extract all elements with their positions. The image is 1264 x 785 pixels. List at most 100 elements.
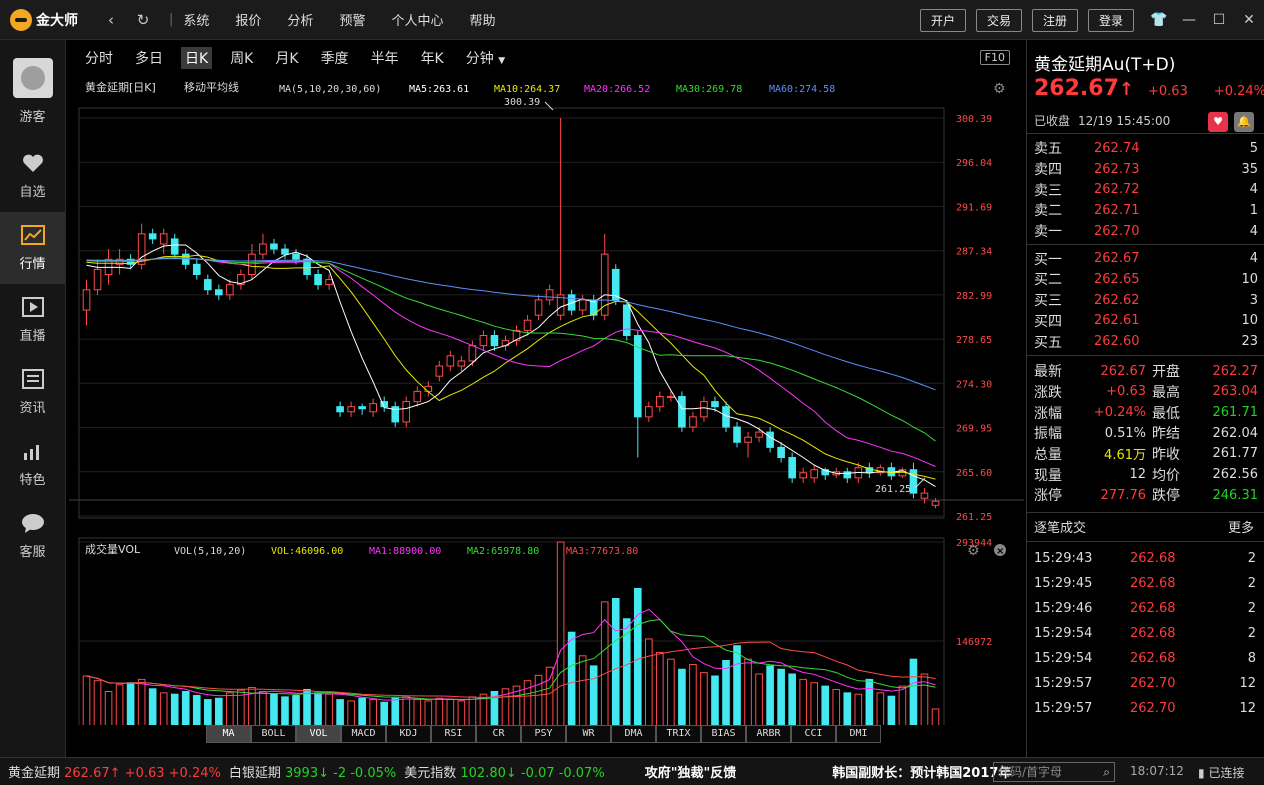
tab-month-k[interactable]: 月K	[271, 47, 302, 69]
sidebar-item-favorites[interactable]: 自选	[0, 140, 65, 212]
maximize-icon[interactable]: ☐	[1204, 12, 1234, 28]
candle-body	[159, 233, 168, 245]
stats-label: 最高	[1152, 384, 1180, 401]
indicator-tab-rsi[interactable]: RSI	[431, 725, 476, 743]
refresh-icon[interactable]: ↻	[127, 11, 159, 29]
sidebar-item-service[interactable]: 客服	[0, 500, 65, 572]
ticks-more-link[interactable]: 更多	[1228, 517, 1254, 536]
tab-week-k[interactable]: 周K	[226, 47, 257, 69]
tick-price: 262.68	[1130, 625, 1176, 641]
back-icon[interactable]: ‹	[95, 11, 127, 29]
menu-alert[interactable]: 预警	[339, 10, 365, 29]
tab-minute-chart[interactable]: 分时	[81, 47, 117, 69]
indicator-tab-trix[interactable]: TRIX	[656, 725, 701, 743]
connection-status: ▮ 已连接	[1198, 764, 1244, 781]
indicator-tab-dma[interactable]: DMA	[611, 725, 656, 743]
indicator-tab-vol[interactable]: VOL	[296, 725, 341, 743]
ticker-arrow-icon: ↓	[505, 766, 521, 781]
orderbook-row: 买三 262.62 3	[1027, 290, 1264, 311]
y-tick-label: 287.34	[956, 247, 992, 258]
candle-body	[733, 426, 741, 443]
indicator-tab-cci[interactable]: CCI	[791, 725, 836, 743]
tab-quarter[interactable]: 季度	[317, 47, 353, 69]
code-search-input[interactable]: 代码/首字母 ⌕	[993, 762, 1115, 782]
orderbook-volume: 1	[1249, 202, 1258, 218]
kline-chart[interactable]: 黄金延期[日K] 移动平均线 MA(5,10,20,30,60) MA5:263…	[69, 76, 1024, 725]
sidebar-item-live[interactable]: 直播	[0, 284, 65, 356]
candle-body	[314, 273, 322, 286]
indicator-tab-wr[interactable]: WR	[566, 725, 611, 743]
indicator-tab-kdj[interactable]: KDJ	[386, 725, 431, 743]
indicator-tab-cr[interactable]: CR	[476, 725, 521, 743]
user-profile[interactable]: 游客	[0, 40, 65, 140]
alert-bell-icon[interactable]: 🔔	[1234, 112, 1254, 132]
menu-quote[interactable]: 报价	[235, 10, 261, 29]
login-button[interactable]: 登录	[1087, 8, 1134, 32]
news-headline-2[interactable]: 韩国副财长：预计韩国2017年	[832, 762, 1011, 781]
low-label: 261.25	[875, 484, 911, 495]
indicator-tab-arbr[interactable]: ARBR	[746, 725, 791, 743]
tab-year-k[interactable]: 年K	[417, 47, 448, 69]
ticker-item[interactable]: 白银延期 3993↓ -2 -0.05%	[229, 762, 396, 781]
stats-value: 262.27	[1212, 363, 1259, 379]
orderbook-row: 卖二 262.71 1	[1027, 200, 1264, 221]
settings-icon[interactable]: ⚙	[993, 81, 1006, 97]
indicator-tab-bias[interactable]: BIAS	[701, 725, 746, 743]
menu-system[interactable]: 系统	[183, 10, 209, 29]
indicator-tab-ma[interactable]: MA	[206, 725, 251, 743]
volume-bar	[589, 665, 598, 725]
ticker-item[interactable]: 黄金延期 262.67↑ +0.63 +0.24%	[8, 762, 221, 781]
skin-icon[interactable]: 👕	[1144, 12, 1174, 28]
close-icon[interactable]: ✕	[1234, 12, 1264, 28]
orderbook-label: 卖四	[1034, 162, 1062, 179]
sidebar-item-news[interactable]: 资讯	[0, 356, 65, 428]
orderbook-row: 买四 262.61 10	[1027, 311, 1264, 332]
search-icon[interactable]: ⌕	[1103, 763, 1110, 781]
stats-value: 4.61万	[1104, 448, 1146, 464]
news-headline-1[interactable]: 攻府"独裁"反馈	[645, 762, 737, 781]
volume-bar	[93, 680, 102, 725]
sidebar-item-label: 直播	[19, 328, 46, 344]
menu-analysis[interactable]: 分析	[287, 10, 313, 29]
menu-help[interactable]: 帮助	[469, 10, 495, 29]
stats-value: 246.31	[1212, 487, 1259, 503]
tick-volume: 2	[1247, 575, 1256, 591]
tick-time: 15:29:45	[1034, 575, 1093, 591]
indicator-tab-dmi[interactable]: DMI	[836, 725, 881, 743]
ticker-item[interactable]: 美元指数 102.80↓ -0.07 -0.07%	[404, 762, 604, 781]
sidebar-item-market[interactable]: 行情	[0, 212, 65, 284]
chart-name: 黄金延期[日K]	[85, 80, 156, 94]
menu-personal[interactable]: 个人中心	[391, 10, 443, 29]
volume-bar	[931, 708, 940, 725]
volume-bar	[733, 645, 741, 725]
register-button[interactable]: 注册	[1031, 8, 1078, 32]
connection-label: 已连接	[1208, 766, 1245, 780]
orderbook-volume: 4	[1249, 182, 1258, 198]
tab-day-k[interactable]: 日K	[181, 47, 213, 69]
minimize-icon[interactable]: —	[1174, 12, 1204, 28]
trade-button[interactable]: 交易	[975, 8, 1022, 32]
tab-minutes[interactable]: 分钟 ▼	[462, 47, 509, 69]
orderbook-price: 262.70	[1094, 223, 1140, 239]
volume-bar	[865, 678, 874, 725]
indicator-tab-boll[interactable]: BOLL	[251, 725, 296, 743]
ma30-line	[86, 257, 936, 442]
open-account-button[interactable]: 开户	[919, 8, 966, 32]
instrument-title: 黄金延期Au(T+D)	[1034, 55, 1176, 75]
volume-bar	[457, 700, 466, 725]
y-tick-label: 274.30	[956, 379, 992, 390]
candle-body	[424, 385, 433, 392]
orderbook-volume: 4	[1249, 223, 1258, 239]
favorite-heart-icon[interactable]: ♥	[1208, 112, 1228, 132]
f10-button[interactable]: F10	[979, 50, 1010, 65]
candle-body	[744, 436, 752, 443]
avatar[interactable]	[12, 58, 53, 98]
indicator-tab-macd[interactable]: MACD	[341, 725, 386, 743]
indicator-tab-psy[interactable]: PSY	[521, 725, 566, 743]
tab-half-year[interactable]: 半年	[367, 47, 403, 69]
tab-multi-day[interactable]: 多日	[131, 47, 167, 69]
sidebar-item-feature[interactable]: 特色	[0, 428, 65, 500]
orderbook-label: 买五	[1034, 334, 1062, 351]
tick-price: 262.68	[1130, 550, 1176, 566]
orderbook-label: 卖五	[1034, 141, 1062, 158]
